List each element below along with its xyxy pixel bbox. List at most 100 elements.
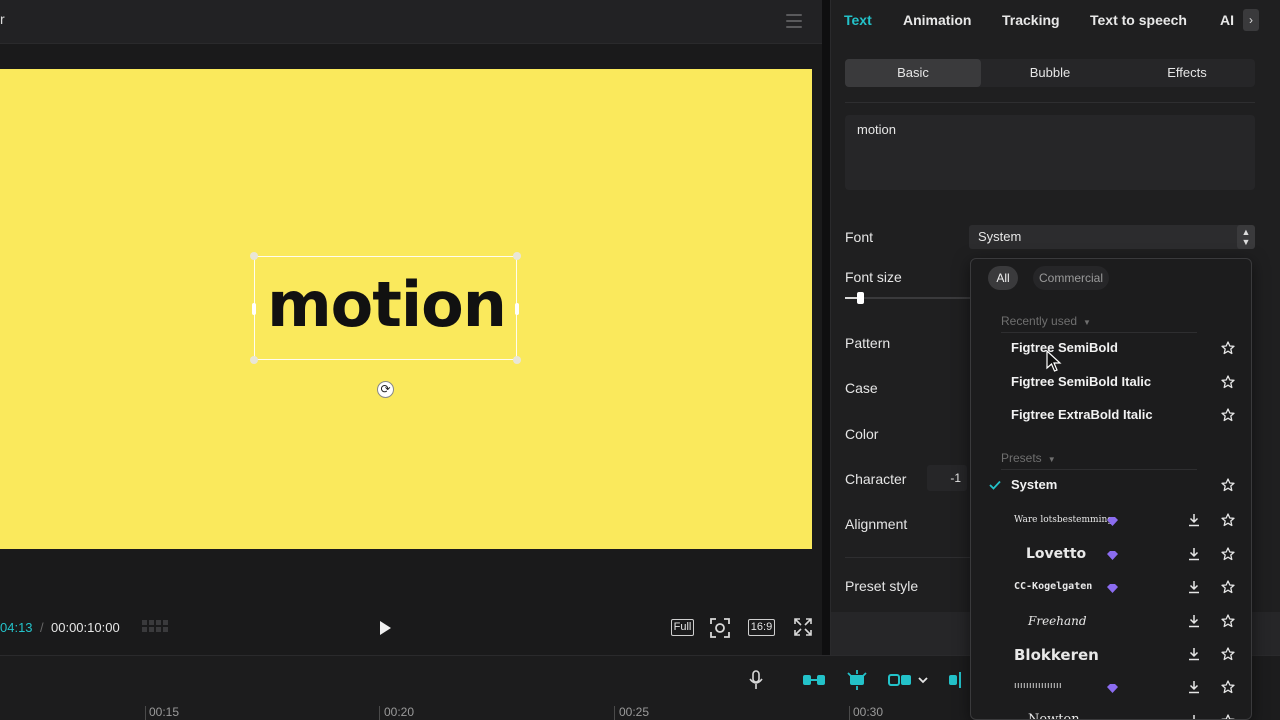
premium-gem-icon xyxy=(1107,684,1118,693)
full-quality-button[interactable]: Full xyxy=(671,619,694,636)
tab-bar: Text Animation Tracking Text to speech A… xyxy=(831,0,1280,42)
resize-handle-top-left[interactable] xyxy=(250,252,258,260)
preview-axis-icon[interactable] xyxy=(948,670,968,690)
font-dropdown: All Commercial Recently used ▼ Figtree Se… xyxy=(970,258,1252,720)
resize-handle-top-right[interactable] xyxy=(513,252,521,260)
star-icon[interactable] xyxy=(1221,547,1235,561)
color-label: Color xyxy=(845,426,879,442)
font-option[interactable]: Ware lotsbestemming xyxy=(971,505,1251,537)
preset-style-label: Preset style xyxy=(845,578,919,594)
font-option[interactable]: Freehand xyxy=(971,606,1251,638)
divider xyxy=(845,102,1255,103)
star-icon[interactable] xyxy=(1221,478,1235,492)
divider xyxy=(845,557,975,558)
tab-text[interactable]: Text xyxy=(844,12,872,28)
star-icon[interactable] xyxy=(1221,408,1235,422)
download-icon[interactable] xyxy=(1187,513,1201,527)
tab-text-to-speech[interactable]: Text to speech xyxy=(1090,12,1187,28)
download-icon[interactable] xyxy=(1187,714,1201,720)
star-icon[interactable] xyxy=(1221,513,1235,527)
caret-down-icon: ▼ xyxy=(1047,455,1056,464)
auto-snap-icon[interactable] xyxy=(845,670,869,690)
play-icon xyxy=(380,621,391,635)
select-arrows-icon[interactable]: ▲ ▼ xyxy=(1237,225,1255,249)
premium-gem-icon xyxy=(1107,517,1118,526)
download-icon[interactable] xyxy=(1187,680,1201,694)
preview-topbar: r xyxy=(0,0,822,44)
font-size-slider[interactable] xyxy=(845,292,970,304)
tick-label: 00:25 xyxy=(619,705,650,719)
font-label: Font xyxy=(845,229,874,245)
font-option[interactable]: Newton xyxy=(971,706,1251,720)
text-selection-box[interactable]: motion xyxy=(250,252,521,364)
fullscreen-icon[interactable] xyxy=(794,618,812,636)
subtab-effects[interactable]: Effects xyxy=(1119,59,1255,87)
font-option-selected[interactable]: System xyxy=(971,470,1251,502)
chevron-down-icon[interactable] xyxy=(917,670,929,690)
chevron-right-icon[interactable]: › xyxy=(1243,9,1259,31)
canvas-text: motion xyxy=(267,268,507,341)
font-option[interactable]: Blokkeren xyxy=(971,639,1251,671)
premium-gem-icon xyxy=(1107,551,1118,560)
time-separator: / xyxy=(40,620,44,635)
font-preview: Lovetto xyxy=(1026,546,1087,562)
font-size-label: Font size xyxy=(845,269,902,285)
resize-handle-bottom-right[interactable] xyxy=(513,356,521,364)
current-time: 04:13 xyxy=(0,620,33,635)
preview-panel: r motion ⟳ 04:13 / 00:00:10:00 Full 16:9 xyxy=(0,0,822,655)
slider-thumb[interactable] xyxy=(857,292,864,304)
download-icon[interactable] xyxy=(1187,614,1201,628)
font-option[interactable]: Figtree SemiBold xyxy=(971,333,1251,365)
video-canvas[interactable]: motion ⟳ xyxy=(0,69,812,549)
star-icon[interactable] xyxy=(1221,680,1235,694)
tab-animation[interactable]: Animation xyxy=(903,12,971,28)
font-option[interactable]: ıııııııııııııııı xyxy=(971,672,1251,704)
tick-label: 00:20 xyxy=(384,705,415,719)
font-preview: ıııııııııııııııı xyxy=(1014,681,1063,691)
tab-tracking[interactable]: Tracking xyxy=(1002,12,1060,28)
text-content-input[interactable]: motion xyxy=(845,115,1255,190)
star-icon[interactable] xyxy=(1221,580,1235,594)
font-option[interactable]: Figtree SemiBold Italic xyxy=(971,367,1251,399)
resize-handle-bottom-left[interactable] xyxy=(250,356,258,364)
play-button[interactable] xyxy=(377,620,393,636)
subtab-bar: Basic Bubble Effects xyxy=(845,59,1255,87)
star-icon[interactable] xyxy=(1221,647,1235,661)
menu-icon[interactable] xyxy=(786,14,802,28)
subtab-basic[interactable]: Basic xyxy=(845,59,981,87)
star-icon[interactable] xyxy=(1221,614,1235,628)
preview-controls: 04:13 / 00:00:10:00 Full 16:9 xyxy=(0,608,822,648)
download-icon[interactable] xyxy=(1187,647,1201,661)
presets-header[interactable]: Presets ▼ xyxy=(1001,451,1056,465)
caret-down-icon: ▼ xyxy=(1083,318,1091,327)
link-clips-icon[interactable] xyxy=(802,670,826,690)
grid-icon[interactable] xyxy=(142,620,168,636)
font-option[interactable]: CC-Kogelgaten xyxy=(971,572,1251,604)
premium-gem-icon xyxy=(1107,584,1118,593)
download-icon[interactable] xyxy=(1187,547,1201,561)
character-label: Character xyxy=(845,471,907,487)
aspect-ratio-button[interactable]: 16:9 xyxy=(748,619,775,636)
filter-all[interactable]: All xyxy=(988,266,1018,290)
star-icon[interactable] xyxy=(1221,341,1235,355)
linkage-icon[interactable] xyxy=(888,670,912,690)
star-icon[interactable] xyxy=(1221,714,1235,720)
microphone-icon[interactable] xyxy=(748,670,764,690)
download-icon[interactable] xyxy=(1187,580,1201,594)
subtab-bubble[interactable]: Bubble xyxy=(982,59,1118,87)
character-spacing-input[interactable]: -1 xyxy=(927,465,967,491)
font-option[interactable]: Lovetto xyxy=(971,539,1251,571)
focus-icon[interactable] xyxy=(710,618,730,638)
font-option[interactable]: Figtree ExtraBold Italic xyxy=(971,400,1251,432)
star-icon[interactable] xyxy=(1221,375,1235,389)
font-select[interactable]: System xyxy=(969,225,1253,249)
alignment-label: Alignment xyxy=(845,516,908,532)
font-preview: CC-Kogelgaten xyxy=(1014,581,1093,592)
recently-used-header[interactable]: Recently used ▼ xyxy=(1001,314,1091,328)
check-icon xyxy=(989,480,1001,490)
filter-commercial[interactable]: Commercial xyxy=(1033,266,1109,290)
pattern-label: Pattern xyxy=(845,335,891,351)
tab-ai[interactable]: AI xyxy=(1220,12,1234,28)
mouse-cursor-icon xyxy=(1046,350,1062,372)
rotate-icon[interactable]: ⟳ xyxy=(377,381,394,398)
